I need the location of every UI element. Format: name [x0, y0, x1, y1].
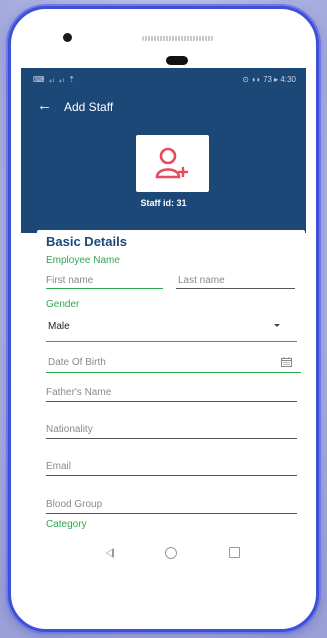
- first-name-placeholder: First name: [46, 275, 94, 286]
- father-name-placeholder: Father's Name: [46, 387, 112, 398]
- staff-id: Staff id: 31: [140, 198, 187, 208]
- last-name-underline: [176, 288, 295, 289]
- back-arrow-icon[interactable]: ←: [37, 97, 52, 114]
- status-bar: ⌨ ₄ₗ ₄ₗ ⇡ ⊙ ◖◗ 73 ▸ 4:30: [21, 68, 306, 90]
- nav-back-icon[interactable]: [106, 548, 114, 558]
- dropdown-arrow-icon: [274, 324, 280, 327]
- calendar-icon[interactable]: [281, 357, 292, 367]
- category-label: Category: [46, 519, 87, 530]
- dob-underline: [46, 372, 301, 373]
- blood-group-underline: [46, 513, 297, 514]
- status-icons-left: ⌨ ₄ₗ ₄ₗ ⇡: [33, 75, 77, 84]
- proximity-sensor: [166, 56, 188, 65]
- status-icons-right: ⊙ ◖◗ 73 ▸ 4:30: [242, 75, 296, 84]
- basic-details-card: Basic Details Employee Name First name L…: [37, 230, 305, 568]
- employee-name-label: Employee Name: [46, 255, 120, 266]
- first-name-underline: [46, 288, 163, 289]
- section-title: Basic Details: [46, 234, 127, 249]
- nav-recent-apps-icon[interactable]: [229, 547, 240, 558]
- father-name-underline: [46, 401, 297, 402]
- app-header: ⌨ ₄ₗ ₄ₗ ⇡ ⊙ ◖◗ 73 ▸ 4:30 ← Add Staff Sta…: [21, 68, 306, 233]
- app-screen: ⌨ ₄ₗ ₄ₗ ⇡ ⊙ ◖◗ 73 ▸ 4:30 ← Add Staff Sta…: [21, 68, 306, 568]
- nationality-placeholder: Nationality: [46, 424, 93, 435]
- gender-value: Male: [48, 321, 70, 332]
- page-title: Add Staff: [64, 100, 114, 114]
- earpiece-speaker: [142, 36, 214, 41]
- blood-group-placeholder: Blood Group: [46, 499, 103, 510]
- email-placeholder: Email: [46, 461, 72, 472]
- nav-home-icon[interactable]: [165, 547, 177, 559]
- nationality-underline: [46, 438, 297, 439]
- front-camera: [63, 33, 72, 42]
- android-nav-bar: [21, 540, 306, 568]
- dob-placeholder: Date Of Birth: [48, 357, 106, 368]
- email-underline: [46, 475, 297, 476]
- gender-label: Gender: [46, 299, 80, 310]
- staff-photo-button[interactable]: [136, 135, 209, 192]
- gender-underline: [46, 341, 297, 342]
- last-name-placeholder: Last name: [178, 275, 225, 286]
- add-user-icon: [155, 147, 188, 179]
